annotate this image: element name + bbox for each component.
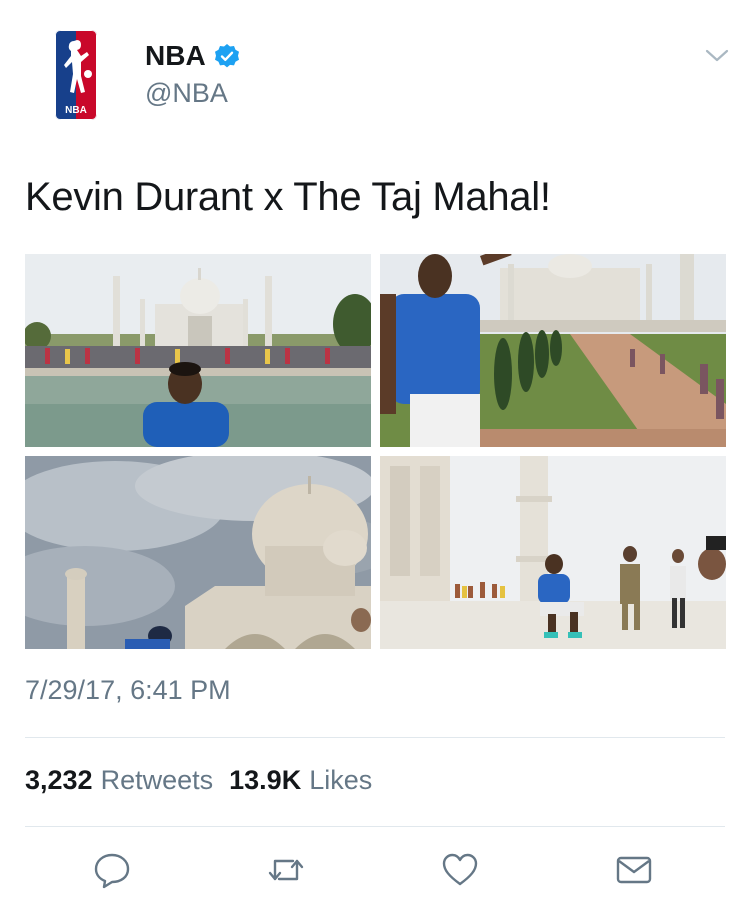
like-button[interactable]	[440, 850, 480, 890]
reply-button[interactable]	[92, 850, 132, 890]
chevron-down-icon[interactable]	[704, 46, 730, 64]
tweet-text: Kevin Durant x The Taj Mahal!	[25, 175, 551, 219]
photo-durant-reflecting-pool[interactable]	[25, 254, 371, 447]
tweet-timestamp[interactable]: 7/29/17, 6:41 PM	[25, 675, 231, 706]
retweet-icon	[268, 859, 304, 881]
verified-badge-icon	[214, 43, 240, 69]
envelope-icon	[616, 856, 652, 884]
author-display-name[interactable]: NBA	[145, 40, 206, 72]
author-name-row[interactable]: NBA	[145, 40, 240, 72]
heart-icon	[442, 853, 478, 886]
tweet-card: NBA NBA @NBA Kevin Durant x The Taj Maha…	[0, 0, 750, 913]
retweets-count[interactable]: 3,232	[25, 765, 93, 796]
tweet-actions-bar	[0, 850, 750, 890]
photo-durant-garden-path[interactable]	[380, 254, 726, 447]
direct-message-button[interactable]	[614, 850, 654, 890]
divider	[25, 826, 725, 827]
nba-logo-icon[interactable]: NBA	[55, 30, 97, 120]
svg-text:NBA: NBA	[65, 105, 87, 116]
retweets-label[interactable]: Retweets	[101, 765, 214, 796]
author-handle[interactable]: @NBA	[145, 78, 228, 109]
likes-count[interactable]: 13.9K	[229, 765, 301, 796]
photo-durant-squat-marble-terrace[interactable]	[380, 456, 726, 649]
photo-taj-mahal-dome-clouds[interactable]	[25, 456, 371, 649]
tweet-stats: 3,232 Retweets 13.9K Likes	[25, 765, 388, 796]
retweet-button[interactable]	[266, 850, 306, 890]
divider	[25, 737, 725, 738]
reply-icon	[94, 853, 130, 889]
likes-label[interactable]: Likes	[309, 765, 372, 796]
